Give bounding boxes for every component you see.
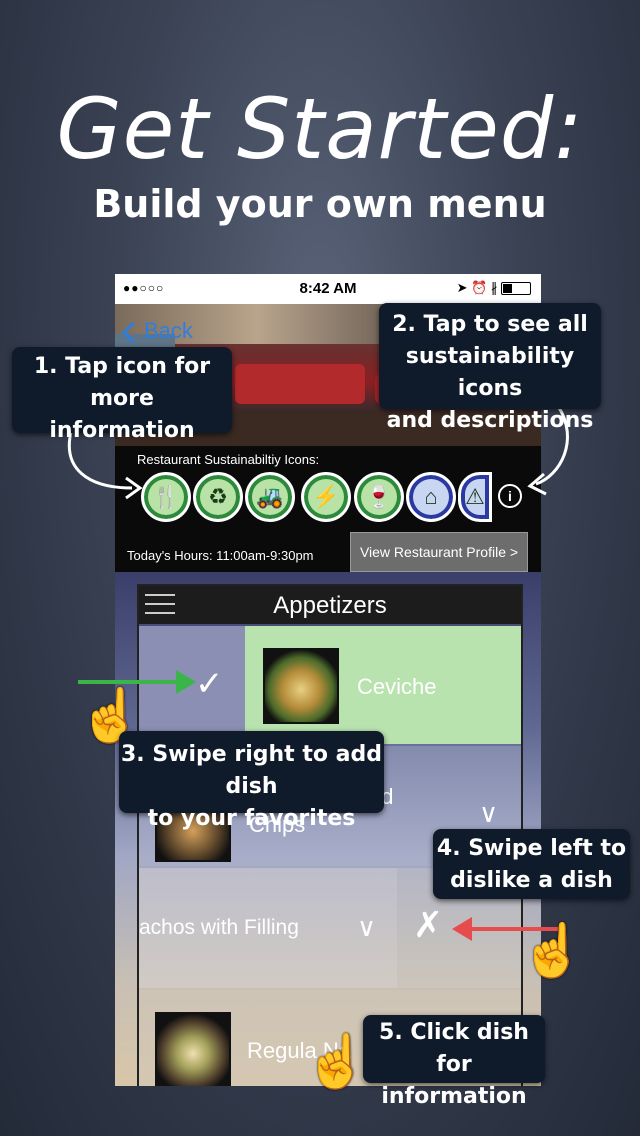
hand-pointer-icon: ☝ [304,1033,369,1091]
callout-swipe-left: 4. Swipe left to dislike a dish [433,829,630,899]
dish-name: achos with Filling [139,916,299,939]
home-heart-icon[interactable]: ⌂ [406,472,456,522]
tractor-icon[interactable]: 🚜 [245,472,295,522]
view-profile-button[interactable]: View Restaurant Profile > [350,532,528,572]
dish-thumbnail [263,648,339,724]
swipe-right-arrow [78,670,196,694]
warning-icon[interactable]: ⚠ [458,472,492,522]
menu-row-ceviche[interactable]: ✓ Ceviche [139,626,521,744]
status-bar: ●●○○○ 8:42 AM ➤ ⏰ ∦ [115,274,541,304]
dish-thumbnail [155,1012,231,1086]
check-icon: ✓ [195,665,224,703]
sustainability-label: Restaurant Sustainabiltiy Icons: [137,452,320,467]
hours-bar: Today's Hours: 11:00am-9:30pm View Resta… [115,526,541,572]
back-button[interactable]: Back [121,318,193,344]
battery-icon [501,282,531,296]
menu-row-nachos[interactable]: achos with Filling ∨ [139,868,397,988]
dish-name: Ceviche [357,674,437,699]
status-icons: ➤ ⏰ ∦ [457,280,531,296]
chevron-down-icon[interactable]: ∨ [479,798,498,829]
callout-click-dish: 5. Click dish for information [363,1015,545,1109]
chevron-down-icon[interactable]: ∨ [357,912,376,943]
callout-see-all-icons: 2. Tap to see all sustainability icons and… [379,303,601,433]
subheadline: Build your own menu [93,182,547,226]
category-title: Appetizers [273,592,387,619]
dish-cell[interactable]: Ceviche [245,626,521,744]
energy-icon[interactable]: ⚡ [301,472,351,522]
wine-icon[interactable]: 🍷 [354,472,404,522]
dislike-x-icon: ✗ [413,904,444,945]
recycle-icon[interactable]: ♻ [193,472,243,522]
callout-swipe-right: 3. Swipe right to add dish to your favori… [119,731,384,831]
headline: Get Started: [56,80,584,178]
hand-pointer-icon: ☝ [520,922,585,980]
menu-header: Appetizers [139,586,521,624]
hours-text: Today's Hours: 11:00am-9:30pm [127,548,314,563]
info-icon[interactable]: i [498,484,522,508]
sustainability-icon-bar: Restaurant Sustainabiltiy Icons: 🍴 ♻ 🚜 ⚡… [115,446,541,526]
chevron-left-icon [121,321,144,343]
callout-tap-icon: 1. Tap icon for more information [12,347,232,443]
